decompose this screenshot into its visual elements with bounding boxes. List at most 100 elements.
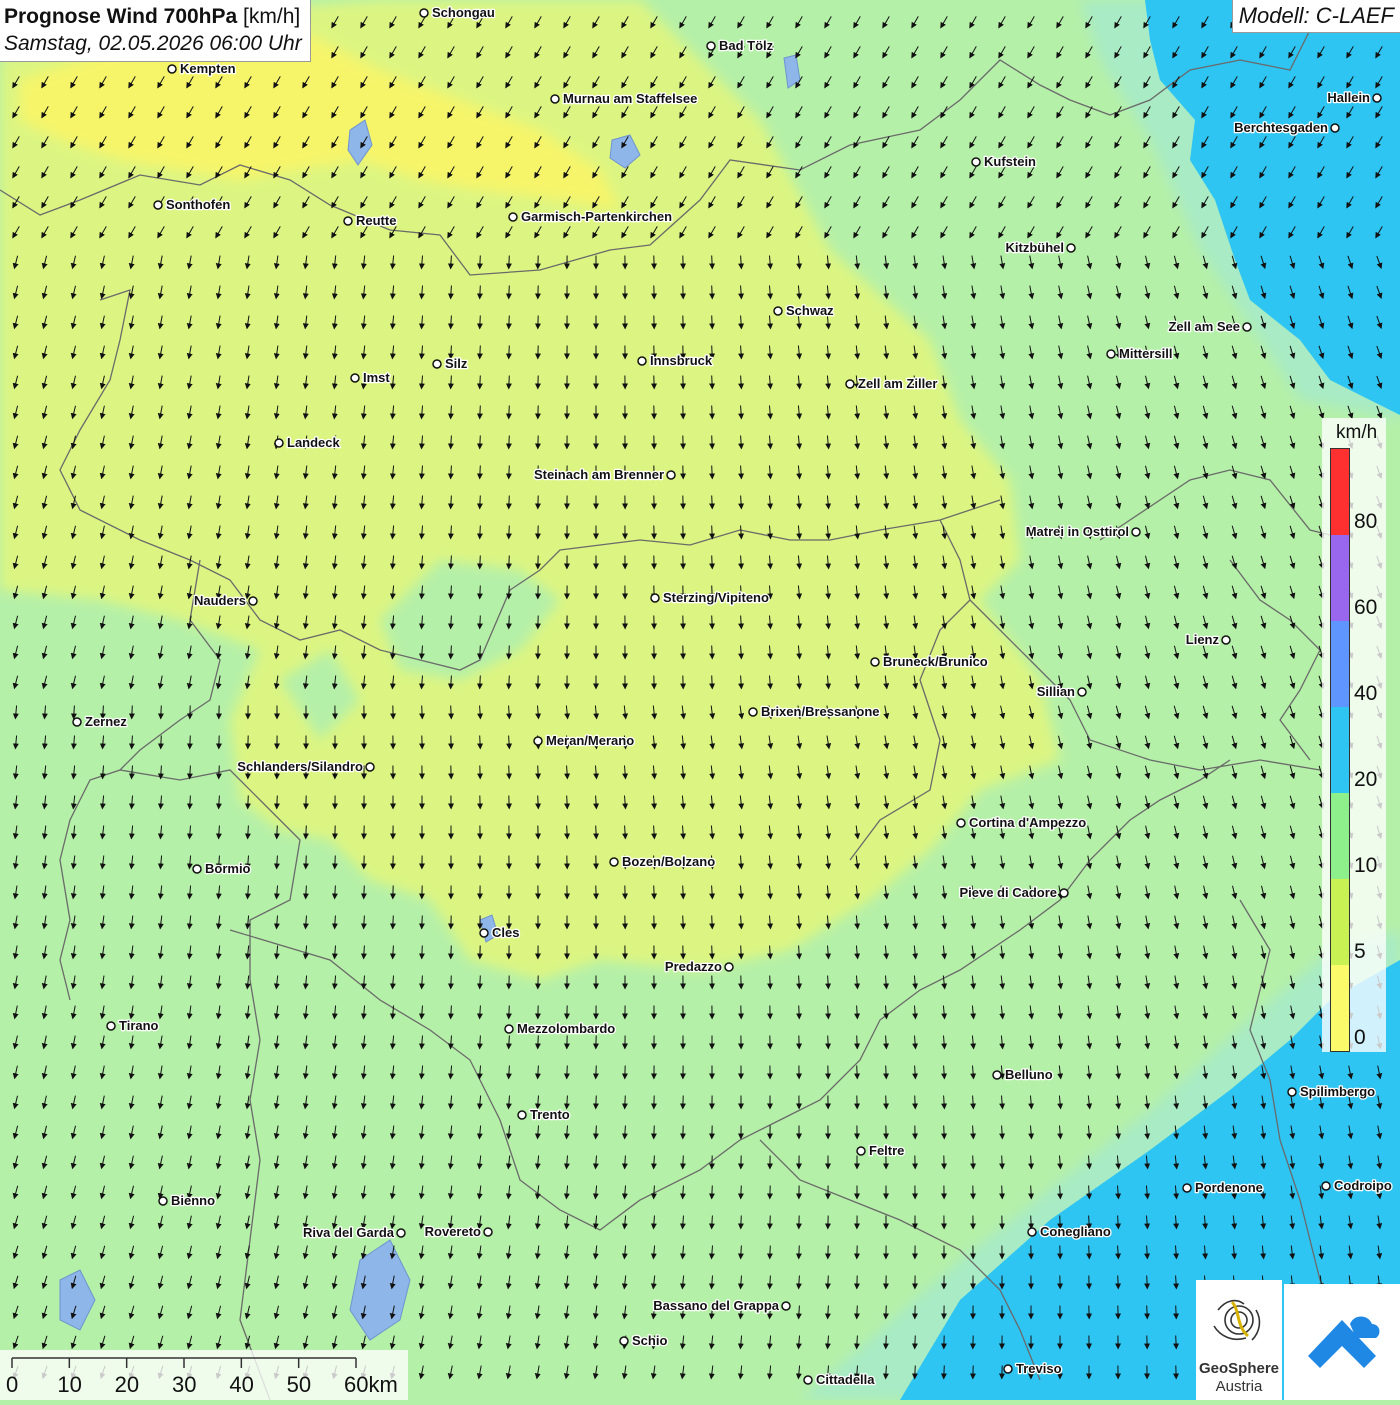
wind-arrow xyxy=(712,406,713,419)
city-dot xyxy=(707,42,715,50)
city-dot xyxy=(1132,528,1140,536)
wind-arrow xyxy=(770,976,771,989)
city-dot xyxy=(484,1228,492,1236)
city-label: Zell am Ziller xyxy=(858,376,937,391)
city-dot xyxy=(857,1147,865,1155)
city-dot xyxy=(480,929,488,937)
app-logo[interactable] xyxy=(1284,1284,1400,1400)
city-dot xyxy=(107,1022,115,1030)
wind-arrow xyxy=(1147,1276,1148,1289)
map-title: Prognose Wind 700hPa [km/h] xyxy=(4,3,302,30)
wind-arrow xyxy=(625,1096,626,1109)
wind-arrow xyxy=(509,586,510,599)
wind-arrow xyxy=(509,616,510,629)
title-main: Prognose Wind 700hPa xyxy=(4,5,237,28)
wind-arrow xyxy=(1176,1336,1177,1349)
wind-arrow xyxy=(422,706,423,719)
wind-arrow xyxy=(161,706,162,719)
wind-arrow xyxy=(712,526,713,539)
city-label: Sillian xyxy=(1037,684,1075,699)
wind-arrow xyxy=(770,1216,771,1229)
wind-arrow xyxy=(480,736,481,749)
city-label: Reutte xyxy=(356,213,396,228)
wind-arrow xyxy=(567,1066,568,1079)
city-label: Feltre xyxy=(869,1143,904,1158)
wind-arrow xyxy=(509,676,510,689)
wind-arrow xyxy=(886,1336,887,1349)
wind-arrow xyxy=(596,826,597,839)
city-label: Garmisch-Partenkirchen xyxy=(521,209,672,224)
wind-arrow xyxy=(480,676,481,689)
wind-arrow xyxy=(915,1336,916,1349)
wind-arrow xyxy=(306,856,307,869)
city-dot xyxy=(1373,94,1381,102)
city-label: Schongau xyxy=(432,5,495,20)
city-label: Conegliano xyxy=(1040,1224,1111,1239)
scale-label: 0 xyxy=(6,1372,18,1398)
wind-arrow xyxy=(828,1036,829,1049)
city-marker: Innsbruck xyxy=(638,353,713,368)
city-label: Pieve di Cadore xyxy=(959,885,1057,900)
city-label: Landeck xyxy=(287,435,341,450)
scale-label: 60km xyxy=(344,1372,398,1398)
city-label: Rovereto xyxy=(425,1224,481,1239)
city-dot xyxy=(610,858,618,866)
wind-arrow xyxy=(973,1156,974,1169)
city-label: Cortina d'Ampezzo xyxy=(969,815,1086,830)
city-marker: Pordenone xyxy=(1183,1180,1263,1195)
city-label: Zell am See xyxy=(1168,319,1240,334)
city-marker: Mezzolombardo xyxy=(505,1021,615,1036)
scale-label: 20 xyxy=(115,1372,139,1398)
city-dot xyxy=(725,963,733,971)
city-marker: Sonthofen xyxy=(154,197,230,212)
city-marker: Riva del Garda xyxy=(303,1225,405,1240)
wind-arrow xyxy=(277,796,278,809)
city-dot xyxy=(193,865,201,873)
wind-arrow xyxy=(712,1186,713,1199)
wind-arrow xyxy=(480,346,481,359)
model-label: Modell: C-LAEF xyxy=(1232,0,1400,33)
city-label: Kempten xyxy=(180,61,236,76)
wind-arrow xyxy=(712,646,713,659)
city-marker: Matrei in Osttirol xyxy=(1026,524,1140,539)
legend-color-segment xyxy=(1331,449,1349,535)
wind-arrow xyxy=(509,256,510,269)
wind-arrow xyxy=(712,946,713,959)
wind-arrow xyxy=(944,1126,945,1139)
title-unit: [km/h] xyxy=(243,5,300,28)
wind-arrow xyxy=(741,1216,742,1229)
wind-arrow xyxy=(538,796,539,809)
wind-arrow xyxy=(567,796,568,809)
wind-arrow xyxy=(480,436,481,449)
city-dot xyxy=(1243,323,1251,331)
wind-arrow xyxy=(538,766,539,779)
city-marker: Steinach am Brenner xyxy=(534,467,675,482)
wind-arrow xyxy=(219,766,220,779)
city-label: Bormio xyxy=(205,861,251,876)
wind-arrow xyxy=(480,586,481,599)
legend-label: 80 xyxy=(1354,510,1377,534)
legend-color-segment xyxy=(1331,965,1349,1051)
wind-arrow xyxy=(886,1066,887,1079)
legend-label: 10 xyxy=(1354,854,1377,878)
city-dot xyxy=(1222,636,1230,644)
city-label: Codroipo xyxy=(1334,1178,1392,1193)
wind-arrow xyxy=(857,1036,858,1049)
city-dot xyxy=(638,357,646,365)
legend-colorbar xyxy=(1330,448,1350,1052)
forecast-datetime: Samstag, 02.05.2026 06:00 Uhr xyxy=(4,30,302,58)
city-dot xyxy=(433,360,441,368)
city-marker: Sterzing/Vipiteno xyxy=(651,590,769,605)
wind-arrow xyxy=(509,316,510,329)
city-dot xyxy=(154,201,162,209)
city-marker: Spilimbergo xyxy=(1288,1084,1375,1099)
wind-arrow xyxy=(393,916,394,929)
wind-arrow xyxy=(480,616,481,629)
city-marker: Garmisch-Partenkirchen xyxy=(509,209,672,224)
wind-arrow xyxy=(1118,1276,1119,1289)
city-marker: Brixen/Bressanone xyxy=(749,704,880,719)
wind-arrow xyxy=(596,1096,597,1109)
city-label: Imst xyxy=(363,370,390,385)
city-label: Cles xyxy=(492,925,519,940)
city-dot xyxy=(846,380,854,388)
